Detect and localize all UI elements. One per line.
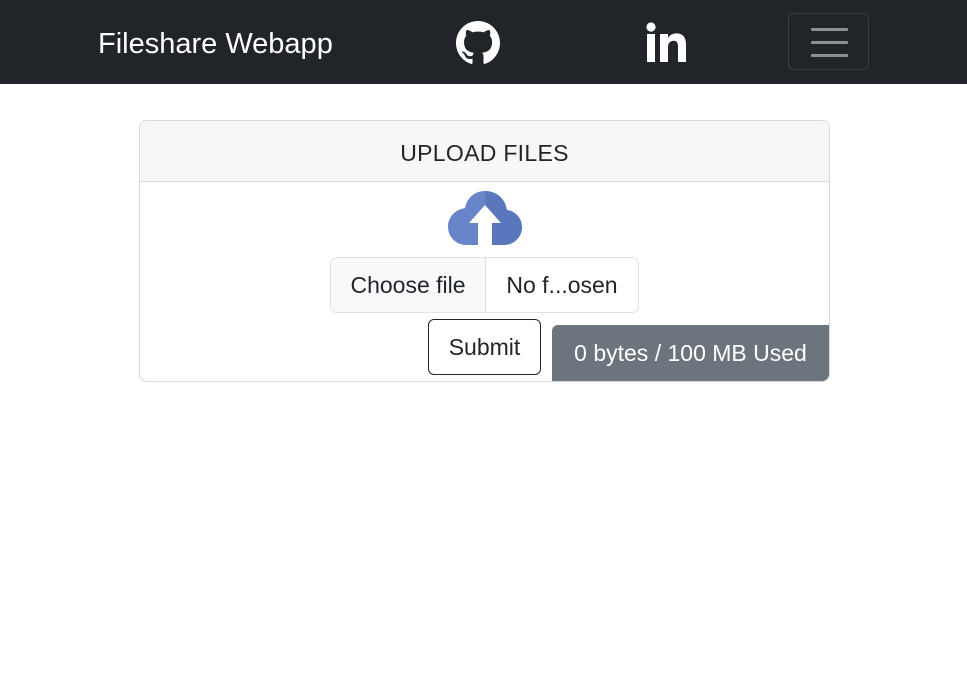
linkedin-icon (646, 22, 686, 62)
navbar-toggler-button[interactable] (788, 13, 869, 70)
storage-usage-badge: 0 bytes / 100 MB Used (552, 325, 829, 381)
card-title: UPLOAD FILES (400, 140, 569, 166)
github-link[interactable] (456, 21, 500, 65)
card-header: UPLOAD FILES (140, 121, 829, 182)
github-icon (456, 21, 500, 64)
linkedin-link[interactable] (644, 20, 690, 66)
choose-file-button[interactable]: Choose file (331, 258, 486, 312)
submit-button[interactable]: Submit (428, 319, 541, 375)
cloud-upload-icon (448, 191, 522, 249)
file-input[interactable]: Choose file No f...osen (330, 257, 639, 313)
navbar: Fileshare Webapp (0, 0, 967, 84)
upload-card: UPLOAD FILES Choose file No f...osen Sub… (139, 120, 830, 382)
brand-link[interactable]: Fileshare Webapp (98, 24, 333, 64)
file-name-display: No f...osen (506, 272, 618, 298)
